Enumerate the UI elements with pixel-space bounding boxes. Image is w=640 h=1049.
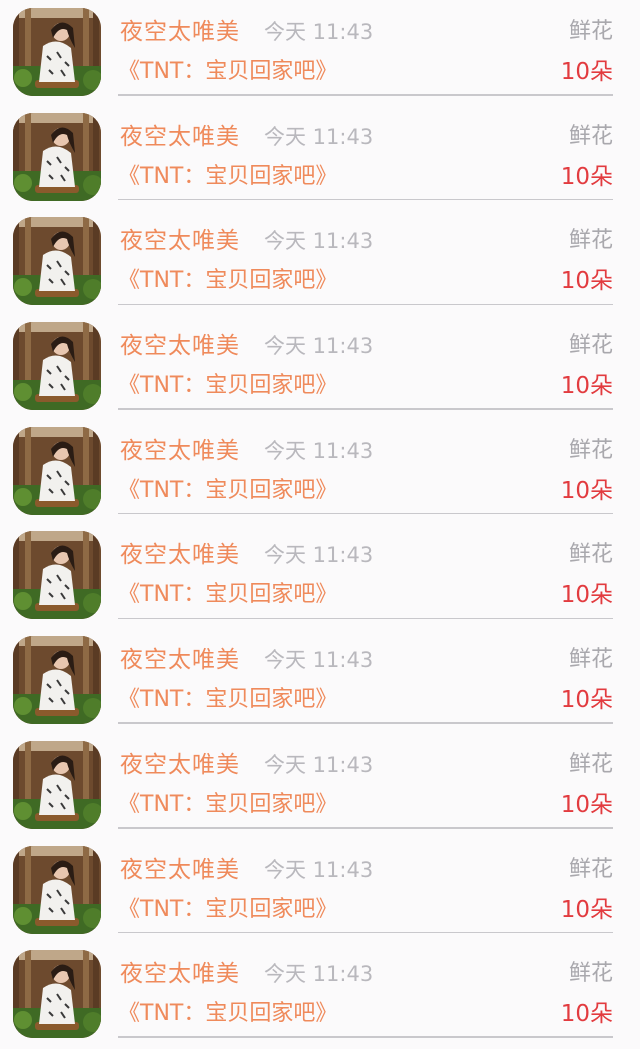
avatar[interactable] — [13, 112, 101, 201]
avatar-photo — [13, 845, 101, 934]
gift-type-label: 鲜花 — [568, 856, 613, 882]
gift-record-list: 夜空太唯美 今天 11:43 鲜花 《TNT：宝贝回家吧》 10朵 夜空太唯美 … — [0, 0, 640, 1049]
avatar-photo — [13, 531, 101, 620]
list-item[interactable]: 夜空太唯美 今天 11:43 鲜花 《TNT：宝贝回家吧》 10朵 — [0, 838, 640, 943]
gift-type-label: 鲜花 — [568, 437, 613, 463]
gift-amount: 10朵 — [560, 268, 613, 295]
work-title[interactable]: 《TNT：宝贝回家吧》 — [118, 266, 337, 296]
timestamp: 今天 11:43 — [264, 334, 374, 359]
avatar[interactable] — [13, 426, 101, 515]
work-title[interactable]: 《TNT：宝贝回家吧》 — [118, 162, 337, 192]
avatar[interactable] — [13, 636, 101, 725]
avatar-photo — [13, 8, 101, 96]
avatar[interactable] — [13, 217, 101, 306]
row-divider — [118, 408, 613, 410]
gift-amount: 10朵 — [560, 373, 613, 400]
gift-amount: 10朵 — [560, 687, 613, 714]
list-item[interactable]: 夜空太唯美 今天 11:43 鲜花 《TNT：宝贝回家吧》 10朵 — [0, 314, 640, 419]
gift-amount: 10朵 — [560, 791, 613, 818]
gift-type-label: 鲜花 — [568, 19, 613, 44]
gift-amount: 10朵 — [560, 582, 613, 609]
avatar-photo — [13, 636, 101, 725]
work-title[interactable]: 《TNT：宝贝回家吧》 — [118, 790, 337, 820]
row-divider — [118, 1036, 613, 1038]
sender-name: 夜空太唯美 — [120, 333, 240, 360]
list-item[interactable]: 夜空太唯美 今天 11:43 鲜花 《TNT：宝贝回家吧》 10朵 — [0, 0, 640, 105]
avatar[interactable] — [13, 531, 101, 620]
row-divider — [118, 94, 613, 96]
gift-type-label: 鲜花 — [568, 123, 613, 149]
gift-type-label: 鲜花 — [568, 961, 613, 987]
gift-type-label: 鲜花 — [568, 542, 613, 568]
row-divider — [118, 722, 613, 724]
avatar[interactable] — [13, 950, 101, 1039]
row-divider — [118, 931, 613, 934]
gift-amount: 10朵 — [560, 896, 613, 923]
timestamp: 今天 11:43 — [264, 20, 374, 44]
gift-amount: 10朵 — [560, 1001, 613, 1028]
list-item[interactable]: 夜空太唯美 今天 11:43 鲜花 《TNT：宝贝回家吧》 10朵 — [0, 942, 640, 1047]
sender-name: 夜空太唯美 — [120, 437, 240, 464]
timestamp: 今天 11:43 — [264, 857, 374, 882]
avatar-photo — [13, 740, 101, 829]
list-item[interactable]: 夜空太唯美 今天 11:43 鲜花 《TNT：宝贝回家吧》 10朵 — [0, 733, 640, 838]
avatar-photo — [13, 950, 101, 1039]
timestamp: 今天 11:43 — [264, 438, 374, 463]
work-title[interactable]: 《TNT：宝贝回家吧》 — [118, 476, 337, 506]
sender-name: 夜空太唯美 — [120, 542, 240, 569]
avatar-photo — [13, 217, 101, 306]
timestamp: 今天 11:43 — [264, 543, 374, 568]
sender-name: 夜空太唯美 — [120, 123, 240, 150]
avatar-photo — [13, 426, 101, 515]
sender-name: 夜空太唯美 — [120, 647, 240, 674]
work-title[interactable]: 《TNT：宝贝回家吧》 — [118, 57, 337, 87]
timestamp: 今天 11:43 — [264, 962, 374, 987]
row-divider — [118, 617, 613, 620]
gift-amount: 10朵 — [560, 477, 613, 504]
timestamp: 今天 11:43 — [264, 229, 374, 254]
timestamp: 今天 11:43 — [264, 124, 374, 149]
work-title[interactable]: 《TNT：宝贝回家吧》 — [118, 895, 337, 925]
row-divider — [118, 512, 613, 515]
timestamp: 今天 11:43 — [264, 648, 374, 673]
row-divider — [118, 303, 613, 306]
work-title[interactable]: 《TNT：宝贝回家吧》 — [118, 685, 337, 715]
work-title[interactable]: 《TNT：宝贝回家吧》 — [118, 580, 337, 610]
timestamp: 今天 11:43 — [264, 752, 374, 777]
sender-name: 夜空太唯美 — [120, 856, 240, 883]
gift-type-label: 鲜花 — [568, 647, 613, 673]
list-item[interactable]: 夜空太唯美 今天 11:43 鲜花 《TNT：宝贝回家吧》 10朵 — [0, 209, 640, 314]
sender-name: 夜空太唯美 — [120, 228, 240, 255]
avatar[interactable] — [13, 8, 101, 96]
list-item[interactable]: 夜空太唯美 今天 11:43 鲜花 《TNT：宝贝回家吧》 10朵 — [0, 628, 640, 733]
avatar-photo — [13, 322, 101, 411]
row-divider — [118, 827, 613, 829]
gift-type-label: 鲜花 — [568, 751, 613, 777]
work-title[interactable]: 《TNT：宝贝回家吧》 — [118, 371, 337, 401]
list-item[interactable]: 夜空太唯美 今天 11:43 鲜花 《TNT：宝贝回家吧》 10朵 — [0, 523, 640, 628]
avatar[interactable] — [13, 845, 101, 934]
gift-amount: 10朵 — [560, 59, 613, 85]
gift-amount: 10朵 — [560, 163, 613, 190]
row-divider — [118, 198, 613, 201]
avatar[interactable] — [13, 322, 101, 411]
gift-type-label: 鲜花 — [568, 228, 613, 254]
sender-name: 夜空太唯美 — [120, 961, 240, 988]
list-item[interactable]: 夜空太唯美 今天 11:43 鲜花 《TNT：宝贝回家吧》 10朵 — [0, 419, 640, 524]
avatar[interactable] — [13, 740, 101, 829]
list-item[interactable]: 夜空太唯美 今天 11:43 鲜花 《TNT：宝贝回家吧》 10朵 — [0, 105, 640, 210]
avatar-photo — [13, 112, 101, 201]
work-title[interactable]: 《TNT：宝贝回家吧》 — [118, 999, 337, 1029]
sender-name: 夜空太唯美 — [120, 19, 240, 45]
gift-type-label: 鲜花 — [568, 333, 613, 359]
sender-name: 夜空太唯美 — [120, 751, 240, 778]
